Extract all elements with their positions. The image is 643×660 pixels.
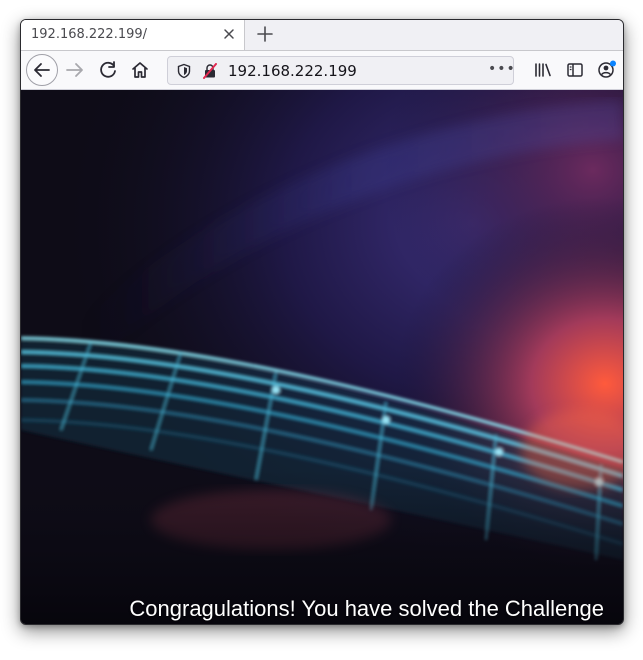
plus-icon[interactable]	[254, 23, 276, 45]
arrow-left-icon[interactable]	[26, 54, 58, 86]
tab-title: 192.168.222.199/	[31, 27, 148, 42]
close-icon[interactable]	[221, 26, 237, 42]
navigation-toolbar: 192.168.222.199 •••	[21, 50, 623, 90]
tab-strip: 192.168.222.199/	[21, 20, 623, 50]
account-icon[interactable]	[593, 56, 621, 84]
home-icon[interactable]	[126, 56, 154, 84]
background-image	[21, 90, 623, 624]
arrow-right-icon[interactable]	[61, 56, 89, 84]
browser-window: 192.168.222.199/ 192.168.222.199 ••• Con…	[20, 19, 624, 625]
url-bar[interactable]: 192.168.222.199 •••	[167, 56, 515, 85]
library-icon[interactable]	[529, 56, 557, 84]
success-message: Congragulations! You have solved the Cha…	[129, 596, 604, 621]
insecure-lock-icon[interactable]	[202, 63, 218, 79]
sidebar-icon[interactable]	[561, 56, 589, 84]
page-actions-button[interactable]: •••	[488, 61, 515, 79]
reload-icon[interactable]	[94, 56, 122, 84]
url-text[interactable]: 192.168.222.199	[228, 62, 357, 80]
tab-current[interactable]: 192.168.222.199/	[21, 20, 245, 50]
page-content: Congragulations! You have solved the Cha…	[21, 90, 623, 624]
tracking-protection-shield-icon[interactable]	[176, 63, 192, 79]
